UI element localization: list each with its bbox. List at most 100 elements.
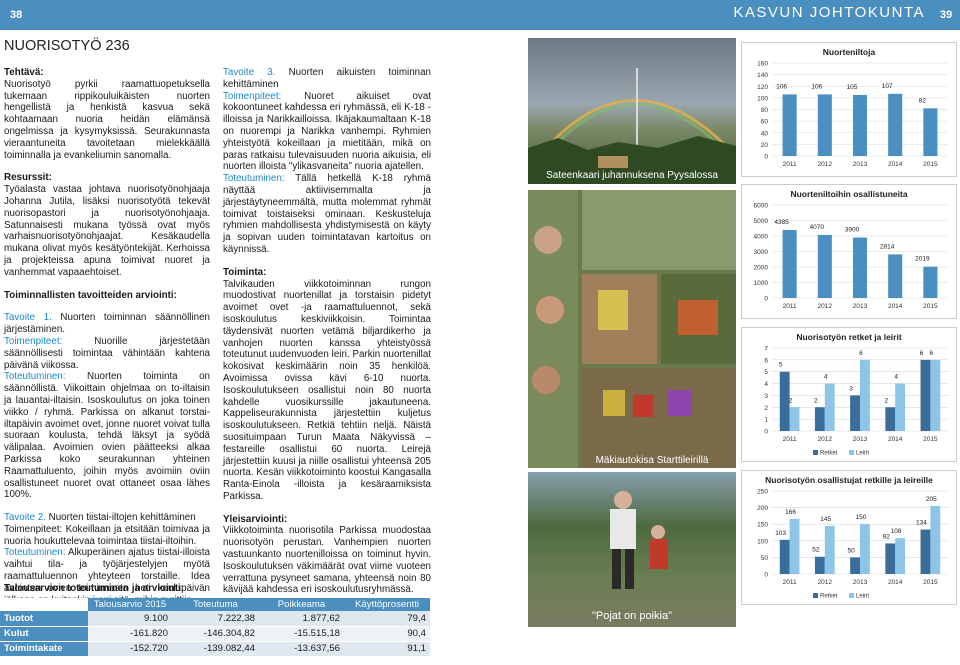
bar — [824, 383, 835, 431]
data-label: 4385 — [774, 219, 789, 226]
goal3-realized: Toteutuminen: Tällä hetkellä K-18 ryhmä … — [223, 173, 431, 256]
y-tick-label: 50 — [761, 555, 769, 562]
bar — [814, 407, 825, 431]
chart-svg: Nuorisotyön osallistujat retkille ja lei… — [757, 475, 948, 600]
bar — [817, 234, 832, 298]
bar — [789, 518, 800, 574]
x-tick-label: 2012 — [818, 436, 833, 443]
data-label: 6 — [930, 350, 934, 357]
goal3-label: Tavoite 3. — [223, 67, 276, 78]
bar — [895, 538, 906, 574]
bar — [852, 237, 868, 298]
photo-collage: Mäkiautokisa Starttileirillä — [528, 190, 736, 468]
budget-col-header: Toteutuma — [172, 598, 259, 611]
table-cell: 90,4 — [344, 626, 430, 642]
x-tick-label: 2011 — [783, 303, 797, 310]
right-page-number: 39 — [940, 9, 953, 21]
goal3-measures-label: Toimenpiteet: — [223, 90, 282, 102]
data-label: 2 — [814, 397, 818, 404]
bar — [888, 93, 903, 156]
data-label: 6 — [859, 350, 863, 357]
y-tick-label: 20 — [761, 142, 769, 149]
x-tick-label: 2013 — [853, 436, 868, 443]
row-label: Kulut — [0, 626, 88, 642]
table-cell: 9.100 — [88, 611, 172, 627]
data-label: 106 — [776, 83, 787, 90]
goal1-label: Tavoite 1. — [4, 312, 52, 324]
x-tick-label: 2012 — [818, 161, 833, 168]
data-label: 50 — [847, 547, 855, 554]
y-tick-label: 4 — [764, 381, 768, 388]
x-tick-label: 2015 — [923, 579, 938, 586]
photo-caption: Mäkiautokisa Starttileirillä — [595, 455, 709, 466]
budget-col-header: Talousarvio 2015 — [88, 598, 172, 611]
bar — [920, 359, 931, 431]
legend-label: Leirit — [856, 451, 869, 457]
x-tick-label: 2011 — [783, 579, 797, 586]
y-tick-label: 1 — [764, 417, 768, 424]
y-tick-label: 0 — [764, 154, 768, 161]
y-tick-label: 160 — [757, 61, 768, 68]
data-label: 52 — [812, 547, 820, 554]
photo-rainbow: Sateenkaari juhannuksena Pyysalossa — [528, 38, 736, 184]
y-tick-label: 120 — [757, 84, 768, 91]
section-title: NUORISOTYÖ 236 — [4, 38, 130, 54]
bar — [923, 266, 938, 298]
goal2-title: Nuorten tiistai-iltojen kehittäminen — [45, 512, 196, 524]
data-label: 3 — [849, 385, 853, 392]
goal3-measures-text: Nuoret aikuiset ovat kokoontuneet kahdes… — [223, 90, 431, 173]
left-column: Tehtävä: Nuorisotyö pyrkii raamattuopetu… — [4, 67, 210, 606]
data-label: 205 — [926, 496, 937, 503]
data-label: 150 — [855, 514, 866, 521]
row-label: Tuotot — [0, 611, 88, 627]
table-cell: -161.820 — [88, 626, 172, 642]
budget-heading: Talousarvion toteutuminen ja arviointi: — [4, 583, 184, 594]
legend-swatch — [813, 593, 818, 598]
y-tick-label: 3000 — [754, 249, 769, 256]
data-label: 2 — [884, 397, 888, 404]
bar — [860, 359, 870, 431]
budget-col-header: Poikkeama — [259, 598, 344, 611]
y-tick-label: 40 — [761, 130, 769, 137]
data-label: 103 — [775, 530, 786, 537]
y-tick-label: 5000 — [754, 218, 769, 225]
table-row: Kulut -161.820 -146.304,82 -15.515,18 90… — [0, 626, 430, 642]
bar — [930, 359, 941, 431]
collage-illustration — [528, 190, 736, 468]
row-label: Toimintakate — [0, 641, 88, 657]
summary-label: Yleisarviointi: — [223, 513, 288, 525]
y-tick-label: 0 — [764, 296, 768, 303]
data-label: 6 — [920, 350, 924, 357]
bar — [895, 383, 906, 431]
x-tick-label: 2014 — [888, 436, 903, 443]
chart-title: Nuorisotyön retket ja leirit — [796, 332, 901, 342]
x-tick-label: 2014 — [888, 579, 903, 586]
x-tick-label: 2015 — [923, 161, 938, 168]
data-label: 82 — [919, 97, 927, 104]
budget-col-header: Käyttöprosentti — [344, 598, 430, 611]
goal2-heading: Tavoite 2. Nuorten tiistai-iltojen kehit… — [4, 512, 210, 524]
data-label: 4070 — [810, 224, 825, 231]
x-tick-label: 2014 — [888, 161, 903, 168]
data-label: 106 — [811, 83, 822, 90]
goal1-heading: Tavoite 1. Nuorten toiminnan säännölline… — [4, 312, 210, 336]
x-tick-label: 2012 — [818, 579, 833, 586]
table-cell: -152.720 — [88, 641, 172, 657]
goal1-realized: Toteutuminen: Nuorten toiminta on säännö… — [4, 371, 210, 501]
x-tick-label: 2014 — [888, 303, 903, 310]
bar — [885, 407, 896, 431]
x-tick-label: 2012 — [818, 303, 833, 310]
photo-caption: "Pojat on poikia" — [592, 610, 672, 622]
y-tick-label: 250 — [757, 489, 768, 496]
bar — [814, 556, 825, 574]
bar — [920, 529, 931, 574]
y-tick-label: 6 — [764, 357, 768, 364]
table-cell: 79,4 — [344, 611, 430, 627]
budget-col-header — [0, 598, 88, 611]
bar — [860, 524, 870, 574]
table-cell: -139.082,44 — [172, 641, 259, 657]
x-tick-label: 2011 — [783, 161, 797, 168]
x-tick-label: 2011 — [783, 436, 797, 443]
y-tick-label: 60 — [761, 119, 769, 126]
y-tick-label: 100 — [757, 538, 768, 545]
